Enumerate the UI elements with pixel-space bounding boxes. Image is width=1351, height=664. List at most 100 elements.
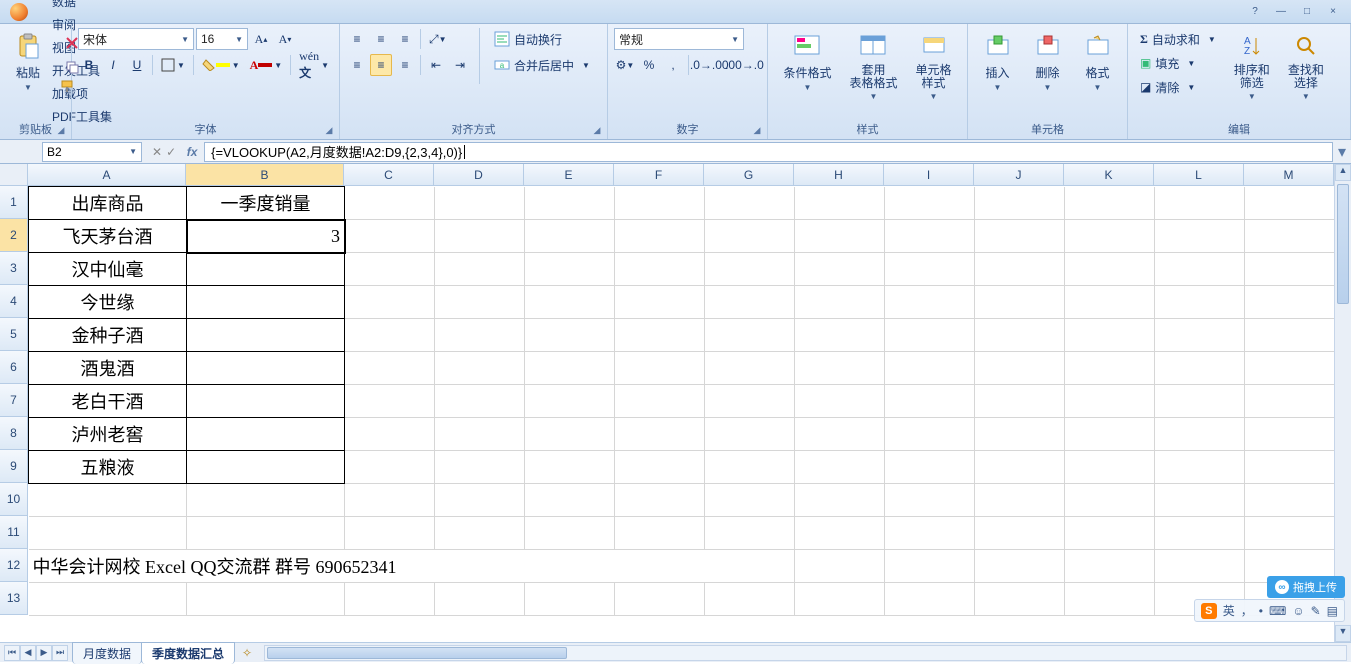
cell[interactable]	[705, 319, 795, 352]
cell[interactable]	[1245, 418, 1335, 451]
cell[interactable]	[187, 583, 345, 616]
cell[interactable]	[1065, 352, 1155, 385]
row-header[interactable]: 12	[0, 549, 28, 582]
merge-center-button[interactable]: a合并后居中▼	[488, 54, 596, 76]
bold-button[interactable]: B	[78, 54, 100, 76]
cell[interactable]: 金种子酒	[29, 319, 187, 352]
office-button[interactable]	[0, 0, 38, 24]
align-bottom-button[interactable]: ≡	[394, 28, 416, 50]
cell[interactable]	[1155, 187, 1245, 220]
cell[interactable]: 泸州老窖	[29, 418, 187, 451]
cell[interactable]	[435, 352, 525, 385]
decrease-indent-button[interactable]: ⇤	[425, 54, 447, 76]
cell[interactable]	[525, 253, 615, 286]
new-sheet-button[interactable]: ✧	[234, 646, 260, 660]
cell[interactable]	[795, 352, 885, 385]
cell[interactable]	[435, 385, 525, 418]
sort-filter-button[interactable]: AZ排序和 筛选▼	[1228, 28, 1276, 103]
formula-input[interactable]: {=VLOOKUP(A2,月度数据!A2:D9,{2,3,4},0)}	[204, 142, 1333, 162]
cell[interactable]	[29, 583, 187, 616]
italic-button[interactable]: I	[102, 54, 124, 76]
cell[interactable]	[345, 352, 435, 385]
cell[interactable]	[615, 484, 705, 517]
cell[interactable]	[435, 484, 525, 517]
row-header[interactable]: 13	[0, 582, 28, 615]
cell[interactable]	[1065, 583, 1155, 616]
cell[interactable]	[345, 484, 435, 517]
percent-button[interactable]: %	[638, 54, 660, 76]
cell[interactable]	[345, 451, 435, 484]
cell[interactable]	[1065, 220, 1155, 253]
cell[interactable]	[525, 583, 615, 616]
cell[interactable]	[435, 319, 525, 352]
cell[interactable]	[975, 319, 1065, 352]
format-as-table-button[interactable]: 套用 表格格式▼	[843, 28, 903, 103]
cell[interactable]	[795, 418, 885, 451]
cell[interactable]	[795, 253, 885, 286]
cell[interactable]	[705, 451, 795, 484]
cell[interactable]	[345, 418, 435, 451]
border-button[interactable]: ▼	[157, 54, 189, 76]
cell-styles-button[interactable]: 单元格 样式▼	[910, 28, 958, 103]
close-button[interactable]: ×	[1321, 5, 1345, 19]
cell[interactable]	[187, 418, 345, 451]
cell[interactable]	[525, 319, 615, 352]
shrink-font-button[interactable]: A▾	[274, 28, 296, 50]
cell[interactable]	[187, 385, 345, 418]
clear-button[interactable]: ◪清除▼	[1134, 76, 1222, 98]
cell[interactable]	[615, 517, 705, 550]
cell[interactable]	[345, 385, 435, 418]
comma-style-button[interactable]: ,	[662, 54, 684, 76]
cell[interactable]	[1155, 451, 1245, 484]
row-header[interactable]: 7	[0, 384, 28, 417]
ime-menu-icon[interactable]: ▤	[1327, 604, 1338, 618]
cell[interactable]	[795, 319, 885, 352]
cell[interactable]	[435, 286, 525, 319]
cell[interactable]	[705, 385, 795, 418]
cell[interactable]	[885, 385, 975, 418]
align-right-button[interactable]: ≡	[394, 54, 416, 76]
autosum-button[interactable]: Σ自动求和▼	[1134, 28, 1222, 50]
cell[interactable]	[345, 286, 435, 319]
cell[interactable]	[187, 286, 345, 319]
cell[interactable]	[525, 187, 615, 220]
cell[interactable]	[435, 253, 525, 286]
cell[interactable]	[615, 418, 705, 451]
fx-button[interactable]: fx	[180, 145, 204, 159]
cell[interactable]	[345, 253, 435, 286]
cell[interactable]	[1245, 484, 1335, 517]
row-header[interactable]: 11	[0, 516, 28, 549]
cell[interactable]	[1245, 517, 1335, 550]
cell[interactable]	[345, 583, 435, 616]
cell[interactable]	[1155, 319, 1245, 352]
cell[interactable]	[885, 451, 975, 484]
cell[interactable]	[1065, 484, 1155, 517]
orientation-button[interactable]: ⤢▼	[425, 28, 451, 50]
column-header[interactable]: E	[524, 164, 614, 186]
cell[interactable]	[885, 583, 975, 616]
cell[interactable]	[975, 187, 1065, 220]
cell[interactable]: 飞天茅台酒	[29, 220, 187, 253]
cell[interactable]	[1155, 418, 1245, 451]
cell[interactable]	[29, 517, 187, 550]
row-header[interactable]: 4	[0, 285, 28, 318]
column-header[interactable]: F	[614, 164, 704, 186]
delete-cells-button[interactable]: 删除▼	[1026, 28, 1070, 94]
cell[interactable]: 3	[187, 220, 345, 253]
cell[interactable]	[187, 484, 345, 517]
cell[interactable]	[435, 418, 525, 451]
grow-font-button[interactable]: A▴	[250, 28, 272, 50]
sheet-nav-prev[interactable]: ◀	[20, 645, 36, 661]
cell[interactable]	[975, 517, 1065, 550]
cell[interactable]	[435, 220, 525, 253]
cell[interactable]	[615, 352, 705, 385]
cell[interactable]: 五粮液	[29, 451, 187, 484]
cell[interactable]	[795, 187, 885, 220]
conditional-format-button[interactable]: 条件格式▼	[777, 28, 837, 94]
cell[interactable]	[1245, 187, 1335, 220]
cell[interactable]	[885, 418, 975, 451]
cell[interactable]	[1155, 220, 1245, 253]
cell[interactable]	[705, 253, 795, 286]
ime-shape[interactable]: •	[1259, 604, 1263, 618]
cells-area[interactable]: 出库商品一季度销量飞天茅台酒3汉中仙毫今世缘金种子酒酒鬼酒老白干酒泸州老窖五粮液…	[28, 186, 1335, 616]
